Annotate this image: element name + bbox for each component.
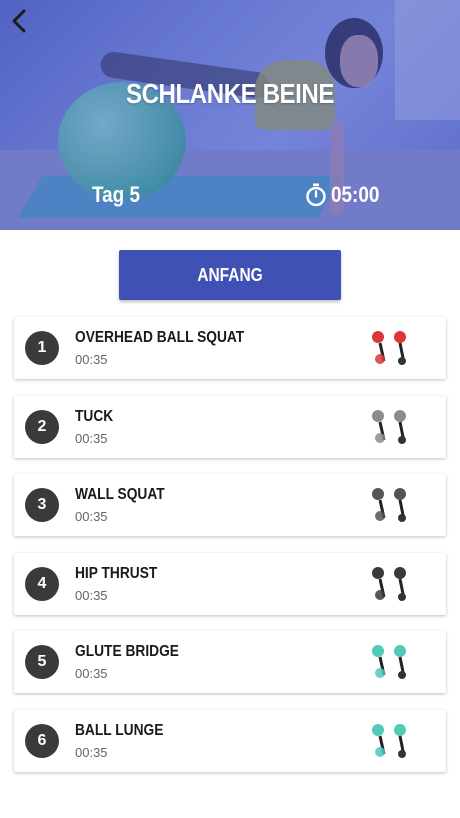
- exercise-thumbnail: [372, 331, 406, 365]
- exercise-number-badge: 4: [25, 567, 59, 601]
- exercise-duration: 00:35: [75, 509, 108, 524]
- exercise-duration: 00:35: [75, 666, 108, 681]
- exercise-card[interactable]: 2 TUCK 00:35: [14, 396, 446, 458]
- exercise-name: TUCK: [75, 408, 114, 425]
- day-label: Tag 5: [92, 182, 141, 207]
- exercise-name: OVERHEAD BALL SQUAT: [75, 329, 245, 346]
- exercise-duration: 00:35: [75, 352, 108, 367]
- duration-value: 05:00: [331, 182, 380, 207]
- exercise-duration: 00:35: [75, 745, 108, 760]
- exercise-card[interactable]: 4 HIP THRUST 00:35: [14, 553, 446, 615]
- exercise-thumbnail: [372, 488, 406, 522]
- exercise-thumbnail: [372, 645, 406, 679]
- exercise-duration: 00:35: [75, 431, 108, 446]
- hero-overlay: [0, 0, 460, 230]
- exercise-thumbnail: [372, 724, 406, 758]
- page-title: SCHLANKE BEINE: [125, 78, 335, 109]
- exercise-number-badge: 1: [25, 331, 59, 365]
- exercise-number-badge: 6: [25, 724, 59, 758]
- exercise-name: GLUTE BRIDGE: [75, 643, 179, 660]
- exercise-number-badge: 3: [25, 488, 59, 522]
- start-button[interactable]: ANFANG: [119, 250, 341, 300]
- workout-duration: 05:00: [305, 182, 387, 208]
- exercise-thumbnail: [372, 567, 406, 601]
- exercise-name: HIP THRUST: [75, 565, 158, 582]
- start-button-label: ANFANG: [197, 264, 263, 285]
- exercise-card[interactable]: 1 OVERHEAD BALL SQUAT 00:35: [14, 317, 446, 379]
- hero-banner: [0, 0, 460, 230]
- exercise-name: WALL SQUAT: [75, 486, 165, 503]
- exercise-thumbnail: [372, 410, 406, 444]
- exercise-card[interactable]: 5 GLUTE BRIDGE 00:35: [14, 631, 446, 693]
- exercise-card[interactable]: 6 BALL LUNGE 00:35: [14, 710, 446, 772]
- exercise-name: BALL LUNGE: [75, 722, 164, 739]
- exercise-duration: 00:35: [75, 588, 108, 603]
- stopwatch-icon: [306, 183, 326, 207]
- exercise-card[interactable]: 3 WALL SQUAT 00:35: [14, 474, 446, 536]
- chevron-left-icon: [12, 9, 26, 33]
- exercise-number-badge: 5: [25, 645, 59, 679]
- back-button[interactable]: [6, 8, 32, 38]
- exercise-number-badge: 2: [25, 410, 59, 444]
